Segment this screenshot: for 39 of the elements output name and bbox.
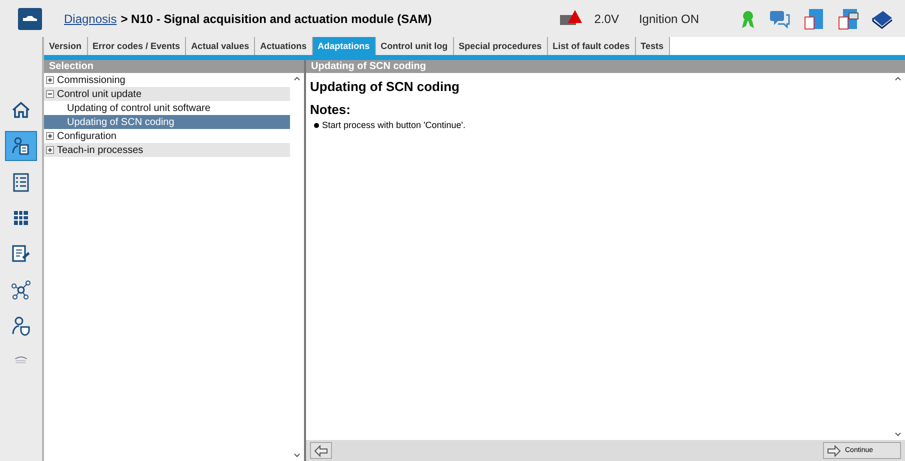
tab[interactable]: Error codes / Events — [88, 37, 186, 55]
tab[interactable]: Control unit log — [376, 37, 454, 55]
scroll-up-icon — [293, 75, 301, 83]
collapse-icon[interactable] — [46, 90, 54, 98]
tab[interactable]: List of fault codes — [548, 37, 636, 55]
scroll-up-icon — [894, 75, 902, 83]
expand-icon[interactable] — [46, 132, 54, 140]
tab[interactable]: Special procedures — [454, 37, 548, 55]
notes-heading: Notes: — [310, 102, 352, 117]
user-shield-icon — [10, 315, 32, 337]
document-person-icon — [10, 135, 32, 157]
home-icon — [10, 99, 32, 121]
scroll-down-icon — [293, 451, 301, 459]
tab[interactable]: Version — [44, 37, 88, 55]
expand-icon[interactable] — [46, 76, 54, 84]
panel-header: Updating of SCN coding — [306, 60, 905, 73]
ignition-status: Ignition ON — [638, 12, 699, 26]
network-icon — [10, 279, 32, 301]
sidebar-button[interactable] — [5, 131, 37, 161]
note-text: Start process with button 'Continue'. — [322, 120, 466, 130]
tree-item[interactable]: Teach-in processes — [44, 143, 290, 157]
car-logo-icon[interactable] — [18, 8, 42, 30]
tree-item[interactable]: Control unit update — [44, 87, 290, 101]
back-button[interactable] — [310, 442, 332, 459]
scroll-down-icon — [894, 430, 902, 438]
voltage-reading: 2.0V — [594, 12, 619, 26]
page-title: > N10 - Signal acquisition and actuation module (SAM) — [120, 12, 432, 26]
bullet-icon — [314, 122, 319, 128]
tab[interactable]: Actual values — [186, 37, 256, 55]
tab[interactable]: Actuations — [255, 37, 313, 55]
document-wrench-icon — [10, 243, 32, 265]
back-arrow-icon — [314, 444, 328, 456]
forward-arrow-icon — [827, 444, 841, 456]
panel-header: Selection — [44, 60, 304, 73]
expand-icon[interactable] — [46, 146, 54, 154]
breadcrumb-link[interactable]: Diagnosis — [64, 12, 117, 26]
tab[interactable]: Tests — [636, 37, 670, 55]
tree-item[interactable]: Updating of SCN coding — [44, 115, 290, 129]
content-title: Updating of SCN coding — [310, 79, 460, 94]
